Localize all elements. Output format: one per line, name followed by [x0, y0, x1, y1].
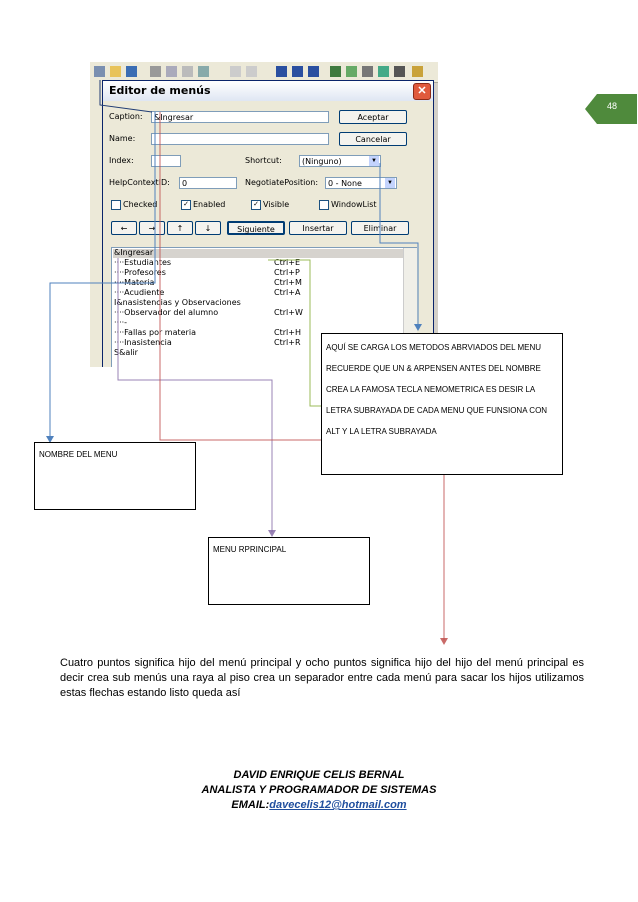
callout-nombre-del-menu: NOMBRE DEL MENU	[34, 442, 196, 510]
callout-metodos-abreviados: AQUÍ SE CARGA LOS METODOS ABRVIADOS DEL …	[321, 333, 563, 475]
body-paragraph: Cuatro puntos significa hijo del menú pr…	[60, 657, 584, 699]
author-email-line: EMAIL:davecelis12@hotmail.com	[0, 798, 638, 813]
arrowhead-shortcut	[414, 324, 422, 331]
connector-line-green	[268, 259, 322, 407]
connector-line-shortcut	[379, 163, 419, 326]
author-footer: DAVID ENRIQUE CELIS BERNAL ANALISTA Y PR…	[0, 768, 638, 813]
connector-line-hook	[99, 80, 153, 113]
connector-line-blue	[49, 112, 156, 438]
arrowhead-red	[440, 638, 448, 645]
email-link[interactable]: davecelis12@hotmail.com	[269, 799, 406, 811]
author-role: ANALISTA Y PROGRAMADOR DE SISTEMAS	[201, 784, 437, 796]
author-name: DAVID ENRIQUE CELIS BERNAL	[233, 769, 405, 781]
callout-menu-principal: MENU RPRINCIPAL	[208, 537, 370, 605]
email-label: EMAIL:	[231, 799, 270, 811]
arrowhead-purple	[268, 530, 276, 537]
